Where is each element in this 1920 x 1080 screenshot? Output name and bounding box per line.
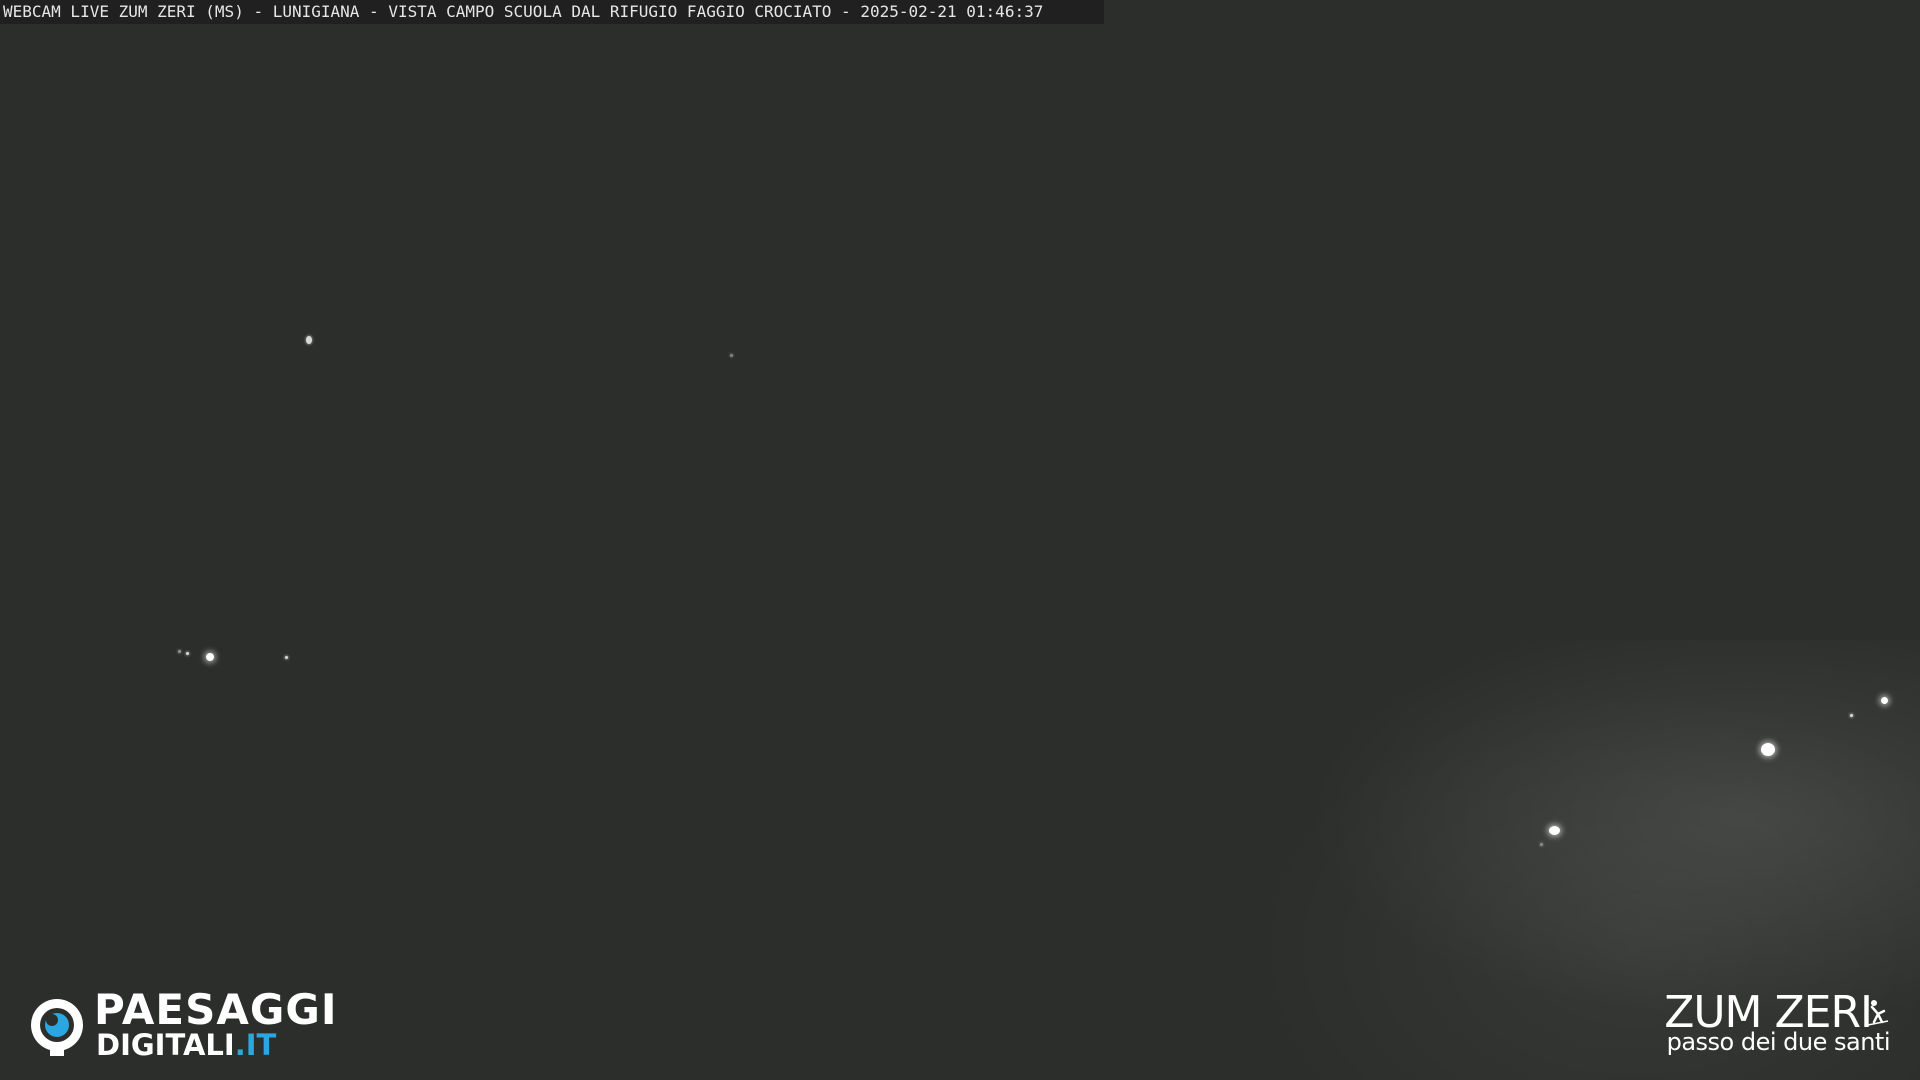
night-light	[285, 656, 288, 659]
logo-line1: PAESAGGI	[94, 985, 338, 1034]
zum-zeri-logo: ZUM ZERI passo dei due santi	[1660, 990, 1891, 1058]
night-light	[206, 653, 214, 661]
night-light	[1850, 714, 1853, 717]
logo-line2-suffix: .IT	[234, 1028, 277, 1062]
logo-line2: DIGITALI.IT	[96, 1028, 276, 1062]
night-light	[1549, 826, 1560, 835]
logo-line2-main: DIGITALI	[96, 1028, 235, 1062]
night-light	[1761, 743, 1775, 756]
night-light	[1881, 697, 1888, 704]
webcam-frame: WEBCAM LIVE ZUM ZERI (MS) - LUNIGIANA - …	[0, 0, 1920, 1080]
night-light	[186, 652, 189, 655]
webcam-caption: WEBCAM LIVE ZUM ZERI (MS) - LUNIGIANA - …	[0, 0, 1104, 24]
caption-text: WEBCAM LIVE ZUM ZERI (MS) - LUNIGIANA - …	[3, 2, 1044, 21]
paesaggi-digitali-logo: PAESAGGI DIGITALI.IT	[28, 988, 348, 1062]
night-light	[178, 650, 181, 653]
skier-icon	[1867, 1000, 1889, 1026]
eye-icon	[31, 999, 83, 1056]
night-light	[730, 354, 733, 357]
night-light	[306, 336, 312, 344]
night-light	[1540, 843, 1543, 846]
zum-zeri-subtitle: passo dei due santi	[1666, 1028, 1891, 1056]
